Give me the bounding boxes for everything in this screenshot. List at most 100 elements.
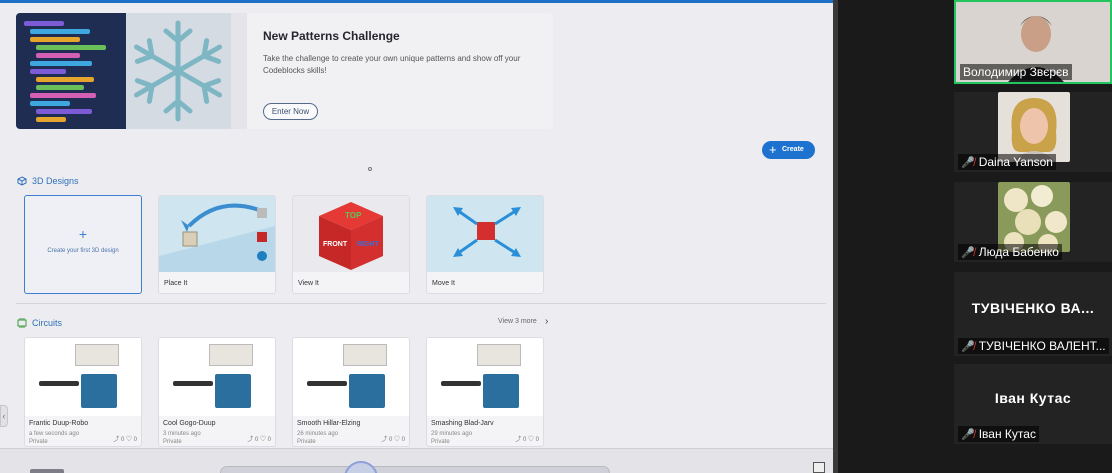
views-icon: ⤴ [515,437,522,443]
circuit-privacy: Private [163,439,182,445]
muted-microphone-icon: 🎤̸ [961,428,975,441]
circuit-privacy: Private [29,439,48,445]
dock-active-app[interactable] [344,461,378,473]
circuits-heading: Circuits [17,318,62,328]
participant-name: Іван Кутас [978,427,1036,441]
muted-microphone-icon: 🎤̸ [961,246,975,259]
banner-image [16,13,231,129]
dock-bar [220,466,610,473]
participant-name-label: Володимир Звєрєв [960,64,1072,80]
participant-name-label: 🎤̸ Daina Yanson [958,154,1056,170]
banner-text-area: New Patterns Challenge Take the challeng… [247,13,553,129]
heart-icon: ♡ [527,437,534,443]
cursor-indicator [368,167,372,171]
create-first-design-card[interactable]: + Create your first 3D design [24,195,142,294]
participant-avatar [998,182,1070,252]
codeblocks-image [16,13,126,129]
participant-tile-active[interactable]: Володимир Звєрєв [954,0,1112,84]
browser-top-bar [0,0,838,3]
design-card-label: View It [298,280,319,287]
circuit-privacy: Private [297,439,316,445]
participant-name-label: 🎤̸ Іван Кутас [958,426,1039,442]
circuit-stats: ⤴ 0 ♡ 0 [381,434,405,443]
design-card-label: Move It [432,280,455,287]
circuit-card[interactable]: Cool Gogo-Duup 3 minutes ago Private ⤴ 0… [158,337,276,447]
circuit-board-icon [17,318,27,328]
circuit-time: a few seconds ago [29,431,80,437]
cube-icon [17,176,27,186]
challenge-banner: New Patterns Challenge Take the challeng… [16,13,553,129]
circuit-card[interactable]: Smooth Hillar-Elzing 26 minutes ago Priv… [292,337,410,447]
create-button[interactable]: + Create [762,141,815,159]
views-count: 0 [254,437,259,443]
circuits-heading-label: Circuits [32,318,63,328]
snowflake-pattern-image [133,20,223,122]
participant-tile[interactable]: Іван Кутас 🎤̸ Іван Кутас [954,364,1112,444]
plus-icon: + [78,226,88,242]
participant-display-name: ТУВІЧЕНКО ВА... [971,300,1095,316]
views-icon: ⤴ [113,437,120,443]
circuit-card[interactable]: Smashing Blad-Jarv 29 minutes ago Privat… [426,337,544,447]
heart-icon: ♡ [393,437,400,443]
shared-screen: New Patterns Challenge Take the challeng… [0,0,838,473]
plus-icon: + [769,142,777,157]
circuit-time: 29 minutes ago [431,431,473,437]
muted-microphone-icon: 🎤̸ [961,156,975,169]
view-it-image: TOP FRONT RIGHT [293,196,409,272]
circuit-thumbnail [159,338,275,416]
designs-heading-label: 3D Designs [32,176,79,186]
circuit-card[interactable]: Frantic Duup-Robo a few seconds ago Priv… [24,337,142,447]
muted-microphone-icon: 🎤̸ [961,340,975,353]
heart-icon: ♡ [259,437,266,443]
participant-name: Люда Бабенко [978,245,1059,259]
circuit-name: Smooth Hillar-Elzing [297,420,361,427]
banner-title: New Patterns Challenge [263,29,400,43]
likes-count: 0 [401,437,405,443]
create-button-label: Create [782,146,804,153]
design-card-move-it[interactable]: Move It [426,195,544,294]
likes-count: 0 [535,437,539,443]
circuit-stats: ⤴ 0 ♡ 0 [515,434,539,443]
circuit-name: Frantic Duup-Robo [29,420,89,427]
participant-tile[interactable]: 🎤̸ Люда Бабенко [954,182,1112,262]
designs-heading: 3D Designs [17,176,79,186]
participant-tile[interactable]: 🎤̸ Daina Yanson [954,92,1112,172]
participant-name-label: 🎤̸ Люда Бабенко [958,244,1062,260]
circuit-time: 3 minutes ago [163,431,201,437]
views-icon: ⤴ [381,437,388,443]
participant-display-name: Іван Кутас [994,390,1072,406]
design-card-view-it[interactable]: TOP FRONT RIGHT View It [292,195,410,294]
participant-name: ТУВІЧЕНКО ВАЛЕНТ... [978,339,1106,353]
circuit-thumbnail [427,338,543,416]
place-it-image [159,196,275,272]
circuit-name: Smashing Blad-Jarv [431,420,494,427]
cube-front-label: FRONT [323,241,348,248]
design-card-place-it[interactable]: Place It [158,195,276,294]
circuit-stats: ⤴ 0 ♡ 0 [113,434,137,443]
window-icon[interactable] [813,462,825,473]
participant-name-label: 🎤̸ ТУВІЧЕНКО ВАЛЕНТ... [958,338,1109,354]
participant-name: Володимир Звєрєв [963,65,1069,79]
sidebar-toggle-handle[interactable]: ‹ [0,405,8,427]
views-icon: ⤴ [247,437,254,443]
participant-name: Daina Yanson [978,155,1053,169]
likes-count: 0 [267,437,271,443]
taskbar-item[interactable] [30,469,64,473]
create-first-design-label: Create your first 3D design [47,248,119,254]
section-divider [16,303,826,304]
cube-right-label: RIGHT [357,241,380,248]
heart-icon: ♡ [125,437,132,443]
views-count: 0 [120,437,125,443]
participant-tile[interactable]: ТУВІЧЕНКО ВА... 🎤̸ ТУВІЧЕНКО ВАЛЕНТ... [954,272,1112,356]
cube-top-label: TOP [345,211,362,220]
circuit-name: Cool Gogo-Duup [163,420,216,427]
circuit-time: 26 minutes ago [297,431,339,437]
chevron-right-icon[interactable]: › [545,316,548,327]
move-it-image [427,196,543,272]
participant-avatar [998,92,1070,162]
taskbar [0,448,838,473]
view-more-link[interactable]: View 3 more [498,318,537,325]
circuit-thumbnail [25,338,141,416]
banner-description: Take the challenge to create your own un… [263,54,521,75]
enter-now-button[interactable]: Enter Now [263,103,318,120]
